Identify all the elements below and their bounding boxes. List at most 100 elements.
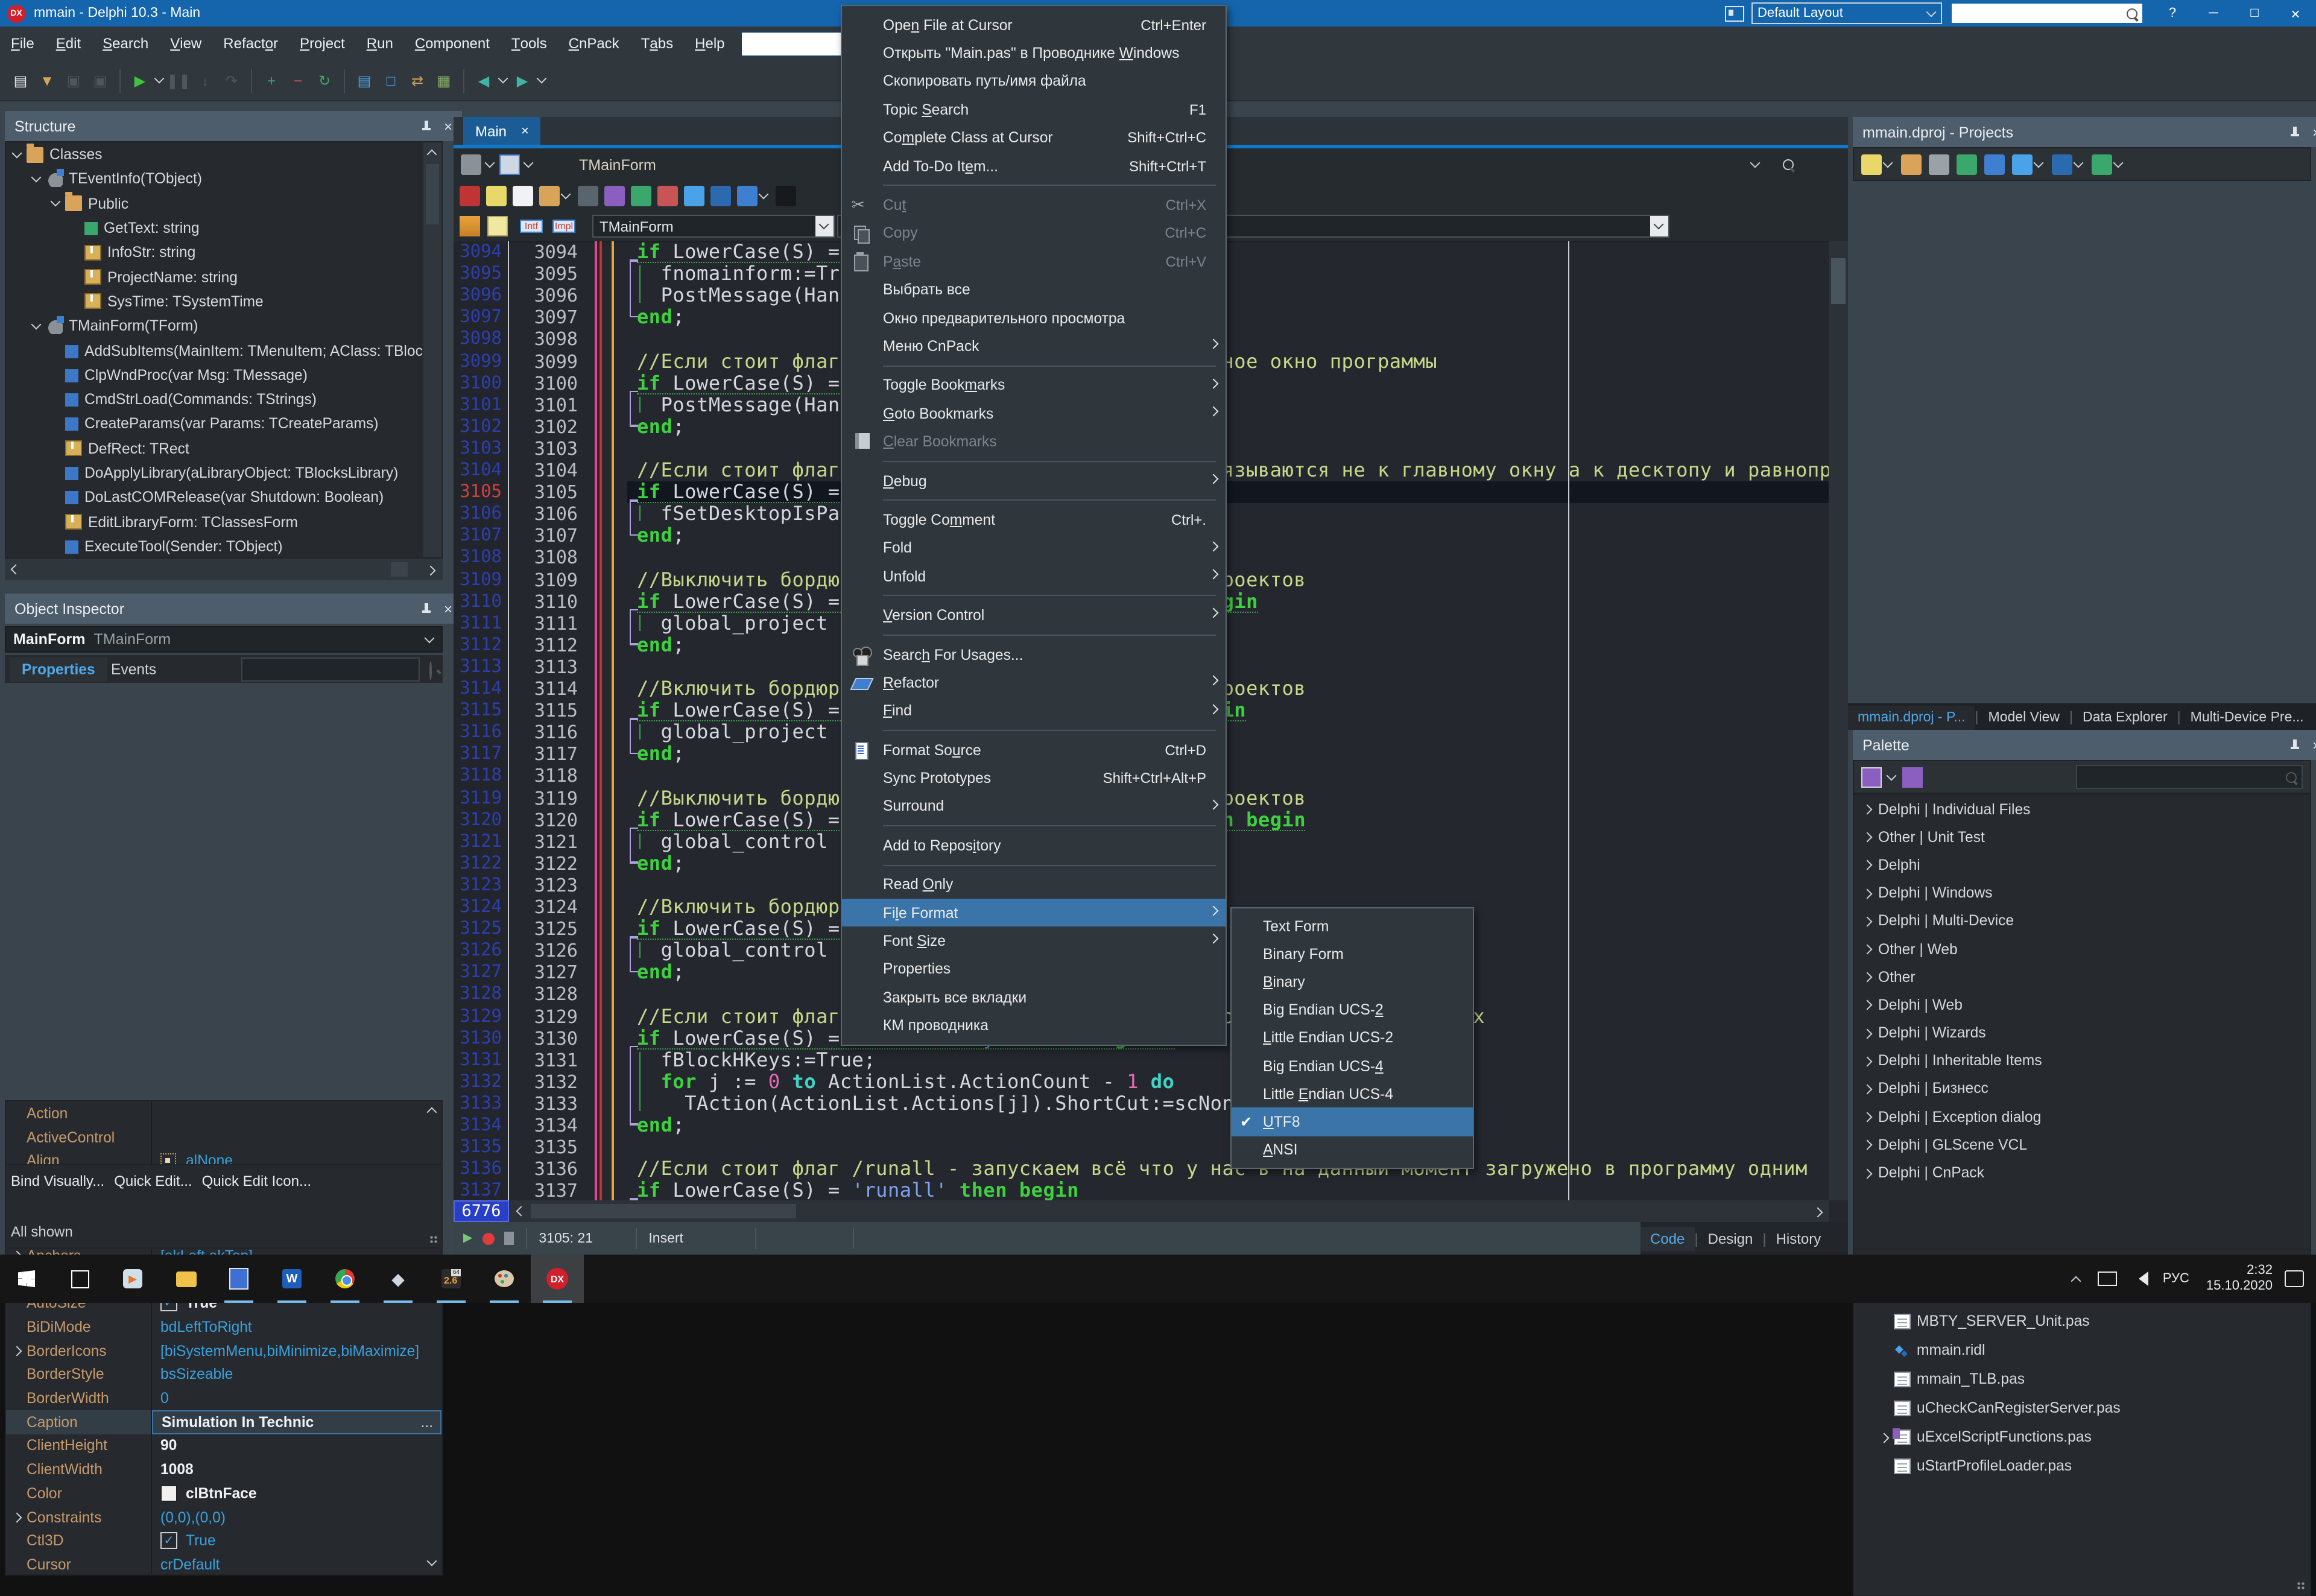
remove-file-icon[interactable] — [657, 186, 678, 206]
property-row-activecontrol[interactable]: ActiveControl — [6, 1125, 441, 1149]
property-value[interactable] — [152, 1101, 441, 1125]
build-icon[interactable] — [2052, 154, 2072, 174]
expand-icon[interactable] — [1864, 1141, 1872, 1149]
panel-tab-0[interactable]: mmain.dproj - P... — [1848, 706, 1975, 730]
property-value[interactable]: bdLeftToRight — [152, 1315, 441, 1338]
code-line[interactable]: global_control — [637, 830, 828, 852]
tree-item[interactable]: mmain.ridl — [1854, 1335, 2310, 1364]
add-folder-icon[interactable] — [1901, 154, 1922, 174]
palette-category[interactable]: Delphi | Individual Files — [1854, 795, 2310, 823]
tree-item[interactable]: mmain_TLB.pas — [1854, 1364, 2310, 1393]
property-search-input[interactable] — [241, 657, 420, 682]
rad-studio[interactable]: DX — [531, 1255, 584, 1303]
property-row-borderstyle[interactable]: BorderStyle bsSizeable — [6, 1363, 441, 1387]
close-icon[interactable]: × — [2312, 124, 2316, 141]
code-line[interactable]: end; — [637, 743, 685, 765]
minimize-button[interactable]: ─ — [2193, 0, 2234, 27]
palette-category[interactable]: Other — [1854, 963, 2310, 990]
property-row-clientheight[interactable]: ClientHeight 90 — [6, 1434, 441, 1458]
view-tab-design[interactable]: Design — [1698, 1226, 1763, 1250]
menu-help[interactable]: Help — [684, 27, 735, 60]
chevron-down-icon[interactable] — [758, 184, 770, 208]
scroll-thumb[interactable] — [391, 562, 408, 577]
pin-icon[interactable] — [2289, 127, 2300, 138]
options-icon[interactable] — [684, 186, 704, 206]
menu-item-toggle-comment[interactable]: Toggle Comment Ctrl+. — [842, 506, 1226, 534]
property-row-cursor[interactable]: Cursor crDefault — [6, 1553, 441, 1574]
code-line[interactable]: fSetDesktopIsPa — [637, 502, 840, 525]
run-button[interactable]: ▶ — [128, 68, 152, 92]
scroll-thumb[interactable] — [426, 164, 439, 224]
file-explorer[interactable] — [159, 1255, 212, 1303]
menu-item-закрыть-все-вкладки[interactable]: Закрыть все вкладки — [842, 983, 1226, 1012]
tree-item[interactable]: InfoStr: string — [6, 240, 441, 265]
property-value[interactable]: bsSizeable — [152, 1363, 441, 1386]
menu-item-fold[interactable]: Fold — [842, 534, 1226, 562]
class-explorer-icon[interactable] — [461, 154, 481, 175]
submenu-item-binary[interactable]: Binary — [1232, 968, 1473, 996]
menu-tools[interactable]: Tools — [501, 27, 558, 60]
property-value[interactable]: (0,0),(0,0) — [152, 1505, 441, 1528]
help-button[interactable]: ? — [2152, 0, 2193, 27]
expand-icon[interactable] — [1864, 1057, 1872, 1065]
expand-icon[interactable] — [1864, 917, 1872, 925]
new-items-button[interactable]: ▤ — [8, 68, 33, 92]
compile-icon[interactable] — [2012, 154, 2033, 174]
menu-refactor[interactable]: Refact o r — [212, 27, 289, 60]
property-value[interactable]: 0 — [152, 1387, 441, 1410]
notification-icon[interactable] — [2285, 1270, 2304, 1287]
property-value[interactable]: ✓ True — [152, 1529, 441, 1553]
menu-item-меню-cnpack[interactable]: Меню CnPack — [842, 332, 1226, 361]
tree-item[interactable]: uExcelScriptFunctions.pas — [1854, 1422, 2310, 1451]
code-line[interactable]: PostMessage(Han — [637, 393, 840, 416]
palette-category[interactable]: Delphi | Wizards — [1854, 1019, 2310, 1047]
palette-category[interactable]: Delphi | Бизнесс — [1854, 1075, 2310, 1103]
property-row-constraints[interactable]: Constraints (0,0),(0,0) — [6, 1505, 441, 1529]
run-dropdown[interactable] — [153, 68, 165, 92]
tree-item[interactable]: CreateParams(var Params: TCreateParams) — [6, 412, 441, 437]
component-mode-icon[interactable] — [1861, 767, 1882, 787]
menu-item-topic-search[interactable]: Topic Search F1 — [842, 95, 1226, 124]
chevron-down-icon[interactable] — [560, 184, 572, 208]
navigate-back-button[interactable]: ◀ — [472, 68, 496, 92]
close-icon[interactable]: × — [444, 600, 452, 617]
tree-item[interactable]: DoLastCOMRelease(var Shutdown: Boolean) — [6, 485, 441, 510]
menu-item-км-проводника[interactable]: КМ проводника — [842, 1012, 1226, 1040]
chevron-down-icon[interactable] — [525, 160, 533, 169]
collapse-icon[interactable] — [33, 175, 41, 183]
unit-test-icon[interactable] — [1984, 154, 2005, 174]
expand-icon[interactable] — [1864, 861, 1872, 869]
menu-item-debug[interactable]: Debug — [842, 467, 1226, 495]
code-line[interactable]: for j := 0 to ActionList.ActionCount - 1… — [637, 1070, 1174, 1093]
form-view-icon[interactable] — [499, 154, 520, 175]
scroll-thumb[interactable] — [531, 1204, 796, 1218]
menu-edit[interactable]: Edit — [45, 27, 92, 60]
palette-category[interactable]: Delphi | Exception dialog — [1854, 1103, 2310, 1130]
scroll-thumb[interactable] — [1831, 258, 1846, 304]
save-as-icon[interactable] — [604, 186, 625, 206]
menu-item-version-control[interactable]: Version Control — [842, 601, 1226, 630]
code-line[interactable]: fBlockHKeys:=True; — [637, 1048, 876, 1071]
display-icon[interactable] — [2097, 1271, 2117, 1286]
property-row-color[interactable]: Color clBtnFace — [6, 1481, 441, 1506]
sync-edit-icon[interactable] — [460, 186, 480, 206]
show-template-icon[interactable] — [486, 186, 507, 206]
run-project-icon[interactable] — [2092, 154, 2112, 174]
volume-icon[interactable] — [2131, 1271, 2148, 1286]
collapse-icon[interactable] — [33, 321, 41, 330]
tree-item[interactable]: uStartProfileLoader.pas — [1854, 1451, 2310, 1480]
collapse-icon[interactable] — [52, 199, 60, 207]
pin-icon[interactable] — [2289, 739, 2300, 750]
property-row-action[interactable]: Action — [6, 1101, 441, 1126]
menu-item-refactor[interactable]: Refactor — [842, 668, 1226, 697]
menu-item-complete-class-at-cursor[interactable]: Complete Class at Cursor Shift+Ctrl+C — [842, 124, 1226, 152]
expand-icon[interactable] — [13, 1513, 22, 1521]
footer-link[interactable]: Quick Edit... — [114, 1173, 192, 1189]
property-value[interactable]: crDefault — [152, 1553, 441, 1574]
editor-hscrollbar[interactable] — [509, 1200, 1829, 1222]
new-item-icon[interactable] — [1861, 154, 1882, 174]
build-dropdown[interactable] — [2072, 152, 2084, 176]
scroll-up-icon[interactable] — [428, 148, 437, 157]
palette-category[interactable]: Delphi | Web — [1854, 991, 2310, 1019]
compile-dropdown[interactable] — [2033, 152, 2045, 176]
